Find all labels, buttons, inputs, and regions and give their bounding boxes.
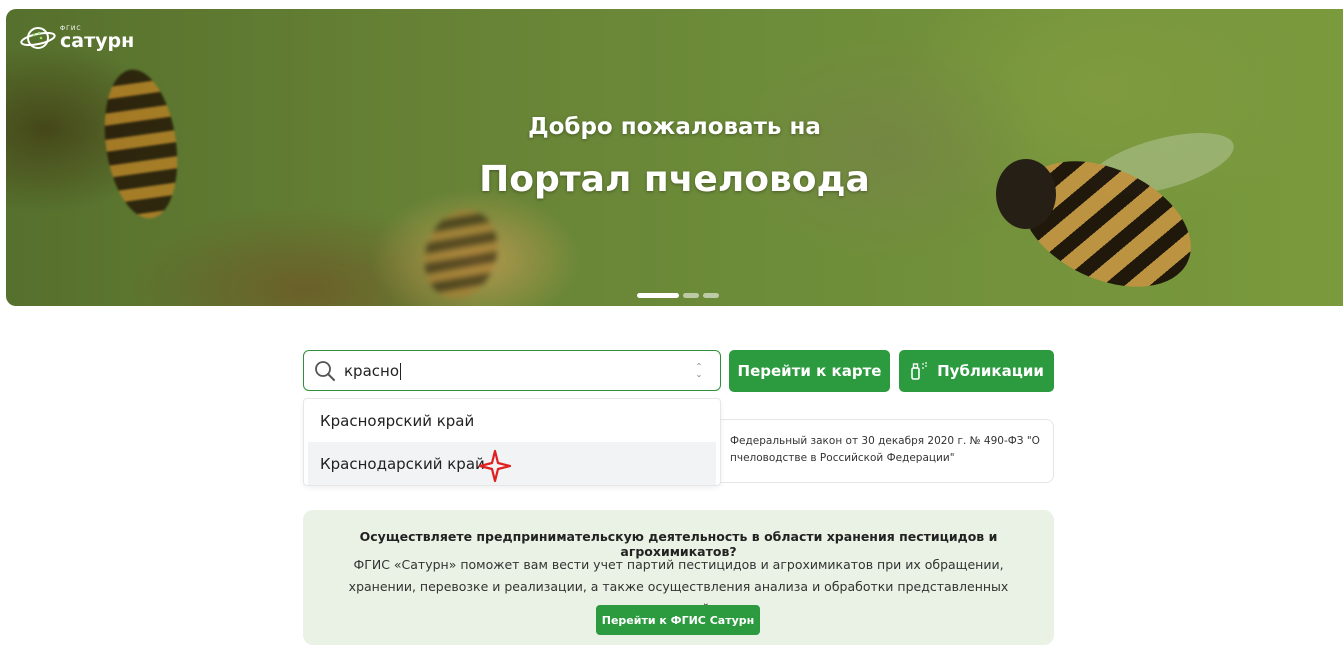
region-search-combobox[interactable]: красно ⌃ ⌄ xyxy=(303,350,721,391)
logo-brand-text: сатурн xyxy=(60,29,135,52)
search-input[interactable]: красно xyxy=(344,362,694,380)
suggestion-item-krasnoyarsk[interactable]: Красноярский край xyxy=(304,399,720,442)
carousel-dot-3[interactable] xyxy=(703,293,719,298)
suggestion-item-krasnodar[interactable]: Краснодарский край xyxy=(308,442,716,485)
saturn-logo[interactable]: ФГИС сатурн xyxy=(20,23,134,53)
suggestion-label: Красноярский край xyxy=(320,411,475,430)
news-text[interactable]: Федеральный закон от 30 декабря 2020 г. … xyxy=(730,433,1040,467)
go-to-map-label: Перейти к карте xyxy=(737,362,882,380)
search-icon xyxy=(315,360,335,381)
spray-bottle-icon xyxy=(911,362,928,380)
go-to-saturn-button[interactable]: Перейти к ФГИС Сатурн xyxy=(596,605,760,635)
region-suggestions-dropdown: Красноярский край Краснодарский край xyxy=(303,398,721,486)
saturn-planet-icon xyxy=(20,27,56,49)
hero-title: Портал пчеловода xyxy=(479,159,870,200)
go-to-saturn-label: Перейти к ФГИС Сатурн xyxy=(601,613,755,627)
text-caret xyxy=(400,362,402,380)
carousel-dot-2[interactable] xyxy=(683,293,699,298)
hero-subtitle: Добро пожаловать на xyxy=(528,114,821,140)
pesticides-info-banner: Осуществляете предпринимательскую деятел… xyxy=(303,510,1054,645)
publications-button[interactable]: Публикации xyxy=(899,350,1054,392)
search-input-value: красно xyxy=(344,361,400,380)
chevron-up-down-icon[interactable]: ⌃ ⌄ xyxy=(694,362,704,379)
suggestion-label: Краснодарский край xyxy=(320,454,485,473)
hero-banner: ФГИС сатурн Добро пожаловать на Портал п… xyxy=(6,9,1343,306)
cursor-sparkle-icon xyxy=(478,449,512,483)
carousel-indicators xyxy=(637,293,719,298)
news-card[interactable]: Федеральный закон от 30 декабря 2020 г. … xyxy=(700,419,1054,483)
go-to-map-button[interactable]: Перейти к карте xyxy=(729,350,890,392)
publications-label: Публикации xyxy=(937,362,1044,380)
carousel-dot-1[interactable] xyxy=(637,293,679,298)
